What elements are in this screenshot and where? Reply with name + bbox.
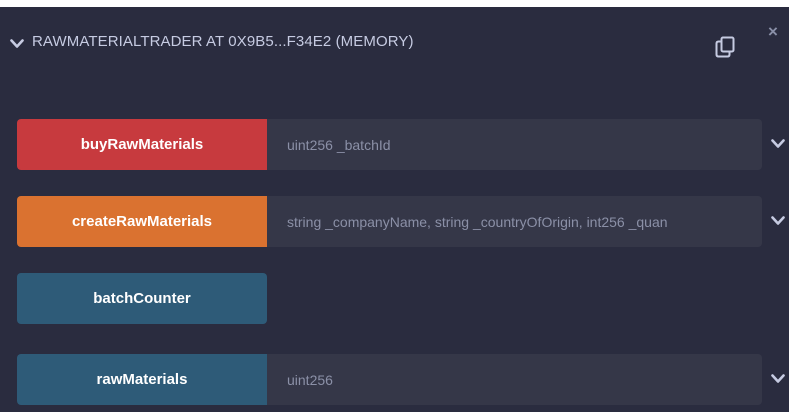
chevron-down-icon[interactable] (771, 138, 785, 150)
close-icon[interactable]: × (766, 23, 780, 40)
copy-icon[interactable] (715, 36, 735, 58)
raw-materials-button[interactable]: rawMaterials (17, 354, 267, 405)
function-row-raw-materials: rawMaterials (17, 354, 789, 405)
buy-raw-materials-button[interactable]: buyRawMaterials (17, 119, 267, 170)
batch-counter-button[interactable]: batchCounter (17, 273, 267, 324)
contract-title: RAWMATERIALTRADER AT 0X9B5...F34E2 (MEMO… (32, 33, 414, 50)
function-row-buy-raw-materials: buyRawMaterials (17, 119, 789, 170)
chevron-down-icon[interactable] (10, 38, 24, 50)
create-raw-materials-input[interactable] (267, 196, 762, 247)
contract-instance-panel: RAWMATERIALTRADER AT 0X9B5...F34E2 (MEMO… (0, 7, 789, 412)
function-row-batch-counter: batchCounter (17, 273, 789, 324)
chevron-down-icon[interactable] (771, 373, 785, 385)
contract-header[interactable]: RAWMATERIALTRADER AT 0X9B5...F34E2 (MEMO… (0, 7, 789, 87)
function-row-create-raw-materials: createRawMaterials (17, 196, 789, 247)
create-raw-materials-button[interactable]: createRawMaterials (17, 196, 267, 247)
chevron-down-icon[interactable] (771, 215, 785, 227)
raw-materials-input[interactable] (267, 354, 762, 405)
buy-raw-materials-input[interactable] (267, 119, 762, 170)
